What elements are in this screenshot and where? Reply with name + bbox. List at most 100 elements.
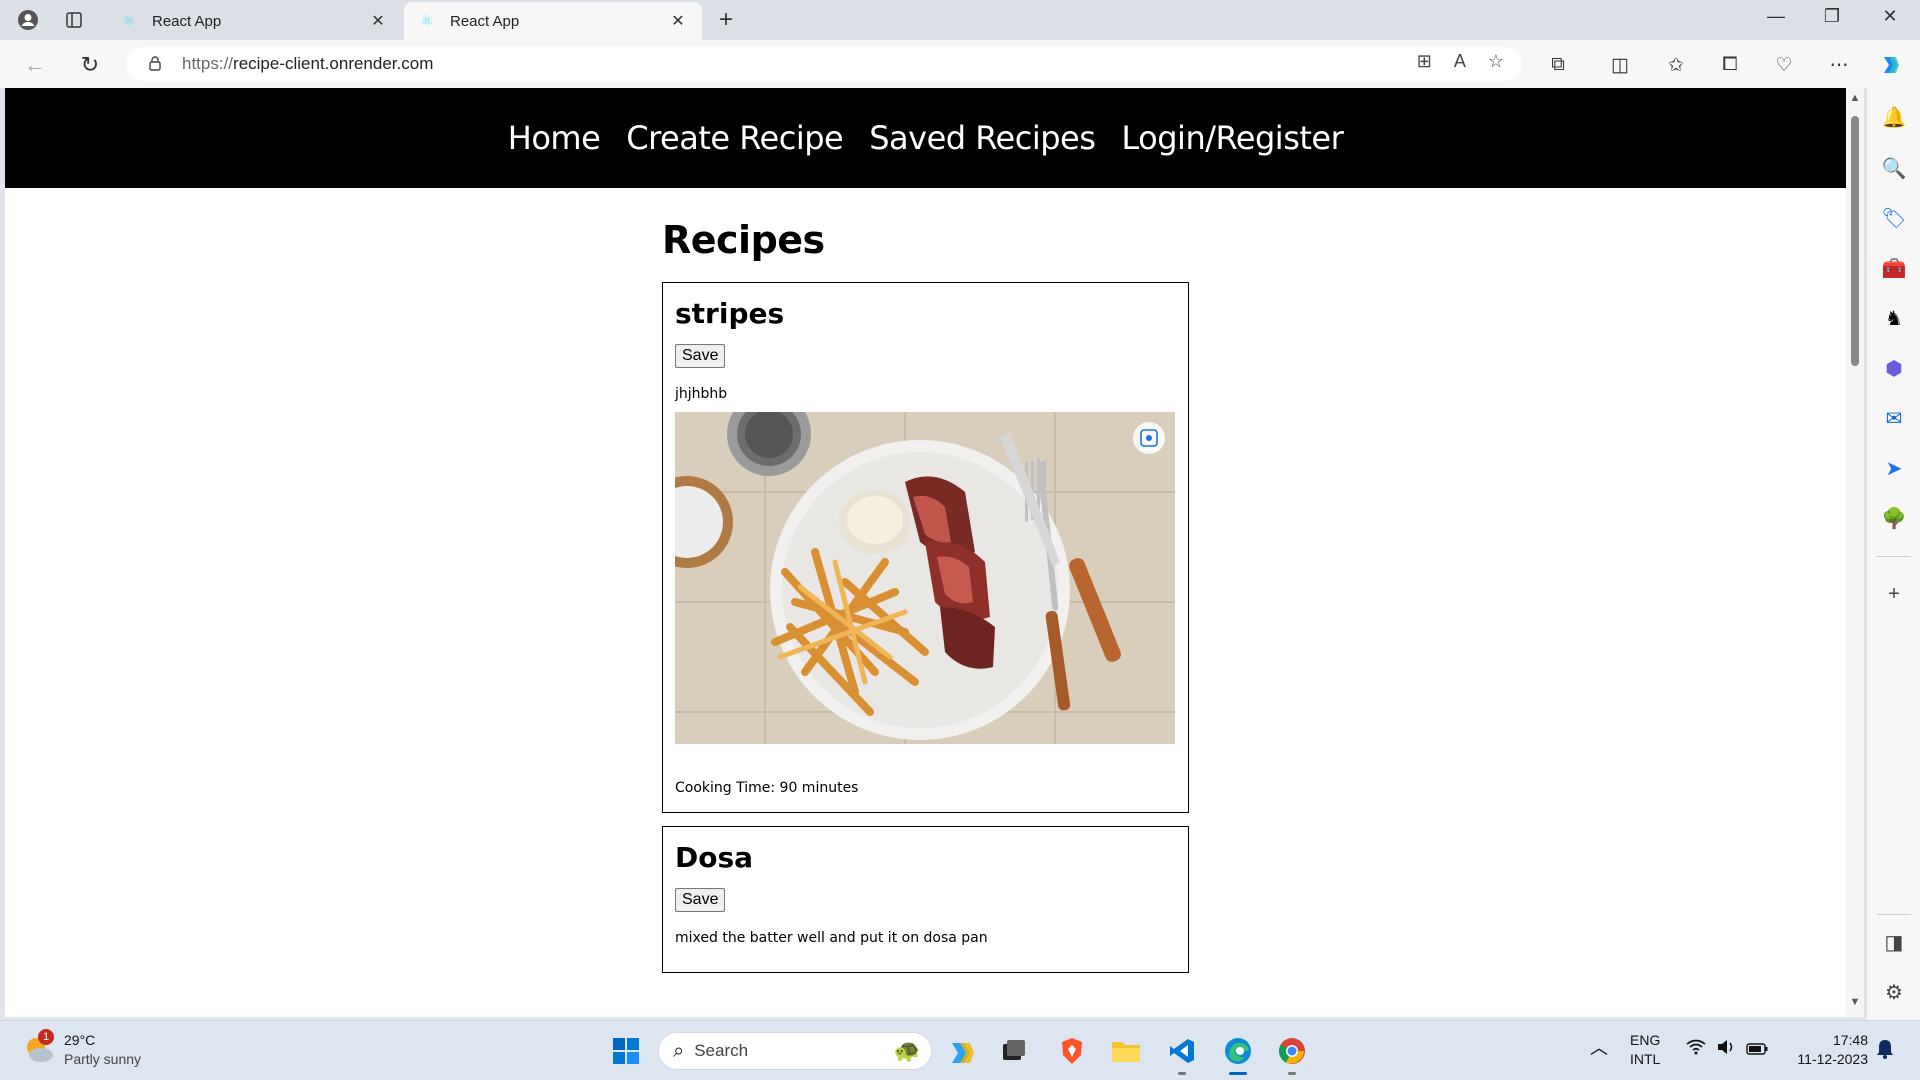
- taskbar-search[interactable]: ⌕ Search 🐢: [658, 1032, 932, 1070]
- brave-browser-icon[interactable]: [1054, 1033, 1090, 1069]
- microsoft-365-icon[interactable]: ⬢: [1880, 354, 1908, 382]
- back-button[interactable]: ←: [20, 50, 50, 80]
- taskbar-search-placeholder: Search: [694, 1041, 749, 1060]
- lock-icon[interactable]: [148, 55, 168, 74]
- show-hidden-icons-chevron-icon[interactable]: ︿: [1590, 1039, 1608, 1058]
- save-recipe-button[interactable]: Save: [675, 888, 726, 912]
- sidebar-divider: [1877, 914, 1911, 915]
- nav-link-home[interactable]: Home: [508, 119, 601, 157]
- recipe-instructions: jhjhbhb: [675, 386, 728, 402]
- url-actions: ⊞ A ☆: [1417, 51, 1504, 72]
- active-indicator: [1229, 1072, 1247, 1075]
- collections-icon[interactable]: ⧠: [1715, 50, 1745, 80]
- profile-icon[interactable]: [14, 6, 42, 34]
- browser-sidebar: 🔔 🔍 🏷 🧰 ♞ ⬢ ✉ ➤ 🌳 + ◨ ⚙: [1866, 88, 1920, 1020]
- language-indicator[interactable]: ENG INTL: [1630, 1031, 1660, 1069]
- search-highlight-icon: 🐢: [893, 1038, 921, 1063]
- notification-center-icon[interactable]: [1876, 1039, 1894, 1064]
- running-indicator: [1178, 1072, 1186, 1075]
- new-tab-button[interactable]: +: [712, 6, 740, 34]
- windows-start-icon[interactable]: [608, 1033, 644, 1069]
- language-bottom: INTL: [1630, 1051, 1661, 1067]
- browser-tab-active[interactable]: ⚛ React App ✕: [404, 2, 702, 40]
- weather-temp: 29°C: [64, 1032, 96, 1048]
- windows-taskbar: 1 29°C Partly sunny ⌕ Search 🐢 ︿ ENG INT…: [0, 1020, 1920, 1080]
- scroll-down-arrow[interactable]: ▼: [1849, 996, 1861, 1008]
- browser-tab-bar: ⚛ React App ✕ ⚛ React App ✕ + — ❐ ✕: [0, 0, 1920, 40]
- edge-browser-icon[interactable]: [1220, 1033, 1256, 1075]
- close-window-button[interactable]: ✕: [1870, 6, 1910, 27]
- url-field[interactable]: https://recipe-client.onrender.com ⊞ A ☆: [126, 47, 1522, 81]
- react-icon: ⚛: [122, 13, 136, 30]
- running-indicator: [1288, 1072, 1296, 1075]
- weather-text: 29°C Partly sunny: [64, 1031, 141, 1069]
- tree-icon[interactable]: 🌳: [1880, 504, 1908, 532]
- partly-sunny-icon: 1: [22, 1029, 56, 1067]
- shopping-tag-icon[interactable]: 🏷: [1880, 204, 1908, 232]
- add-sidebar-app-icon[interactable]: +: [1880, 580, 1908, 608]
- favorites-icon[interactable]: ✩: [1661, 50, 1691, 80]
- weather-badge: 1: [38, 1029, 54, 1045]
- sidebar-divider: [1877, 556, 1911, 557]
- search-icon[interactable]: 🔍: [1880, 154, 1908, 182]
- browser-tab[interactable]: ⚛ React App ✕: [106, 2, 402, 40]
- app-available-icon[interactable]: ⊞: [1417, 51, 1432, 72]
- close-tab-icon[interactable]: ✕: [368, 11, 388, 31]
- recipe-card: stripes Save jhjhbhb Cooking Time: 90 mi…: [662, 282, 1189, 813]
- recipe-cooking-time: Cooking Time: 90 minutes: [675, 780, 859, 796]
- address-bar-row: ← ↻ https://recipe-client.onrender.com ⊞…: [0, 40, 1920, 88]
- clock-date: 11-12-2023: [1797, 1051, 1868, 1067]
- games-icon[interactable]: ♞: [1880, 304, 1908, 332]
- favorite-star-icon[interactable]: ☆: [1488, 51, 1504, 72]
- tab-title: React App: [450, 12, 520, 30]
- battery-icon[interactable]: [1746, 1041, 1768, 1060]
- search-icon: ⌕: [673, 1039, 685, 1062]
- react-icon: ⚛: [420, 13, 434, 30]
- url-scheme: https://: [182, 54, 234, 73]
- page-title: Recipes: [662, 218, 825, 262]
- recipe-name: stripes: [675, 297, 785, 330]
- more-menu-icon[interactable]: ⋯: [1824, 50, 1854, 80]
- extensions-icon[interactable]: ⧉: [1543, 50, 1573, 80]
- outlook-icon[interactable]: ✉: [1880, 404, 1908, 432]
- save-recipe-button[interactable]: Save: [675, 344, 726, 368]
- recipes-content: Recipes stripes Save jhjhbhb Cooking Tim…: [662, 218, 1202, 986]
- refresh-button[interactable]: ↻: [75, 50, 105, 80]
- page-viewport: Home Create Recipe Saved Recipes Login/R…: [5, 88, 1846, 1017]
- restore-button[interactable]: ❐: [1812, 6, 1852, 27]
- vscode-icon[interactable]: [1164, 1033, 1200, 1075]
- weather-desc: Partly sunny: [64, 1051, 142, 1067]
- minimize-button[interactable]: —: [1756, 6, 1796, 27]
- recipe-name: Dosa: [675, 841, 754, 874]
- nav-link-create-recipe[interactable]: Create Recipe: [626, 119, 843, 157]
- scroll-thumb[interactable]: [1851, 116, 1859, 366]
- chrome-browser-icon[interactable]: [1274, 1033, 1310, 1075]
- task-view-icon[interactable]: [996, 1033, 1032, 1069]
- weather-widget[interactable]: 1 29°C Partly sunny: [22, 1029, 141, 1069]
- hide-sidebar-icon[interactable]: ◨: [1880, 928, 1908, 956]
- recipe-card: Dosa Save mixed the batter well and put …: [662, 826, 1189, 973]
- sidebar-settings-gear-icon[interactable]: ⚙: [1880, 978, 1908, 1006]
- nav-link-saved-recipes[interactable]: Saved Recipes: [869, 119, 1096, 157]
- nav-link-login-register[interactable]: Login/Register: [1121, 119, 1343, 157]
- read-aloud-icon[interactable]: A: [1454, 51, 1466, 72]
- recipe-image-steak-and-fries: [675, 412, 1175, 744]
- notification-bell-icon[interactable]: 🔔: [1880, 103, 1908, 131]
- volume-icon[interactable]: [1716, 1039, 1736, 1060]
- page-scrollbar[interactable]: ▲ ▼: [1846, 88, 1864, 1017]
- url-host: recipe-client.onrender.com: [233, 54, 434, 73]
- split-screen-icon[interactable]: ◫: [1605, 50, 1635, 80]
- clock[interactable]: 17:48 11-12-2023: [1786, 1031, 1868, 1069]
- drop-send-icon[interactable]: ➤: [1880, 454, 1908, 482]
- browser-essentials-icon[interactable]: ♡: [1769, 50, 1799, 80]
- file-explorer-icon[interactable]: [1108, 1033, 1144, 1069]
- wifi-icon[interactable]: [1686, 1039, 1706, 1059]
- language-top: ENG: [1630, 1032, 1661, 1048]
- copilot-preview-icon[interactable]: [944, 1033, 980, 1069]
- scroll-up-arrow[interactable]: ▲: [1849, 92, 1861, 104]
- close-tab-icon[interactable]: ✕: [668, 11, 688, 31]
- tools-icon[interactable]: 🧰: [1880, 254, 1908, 282]
- copilot-icon[interactable]: [1876, 50, 1906, 80]
- tab-actions-icon[interactable]: [60, 6, 88, 34]
- url-text: https://recipe-client.onrender.com: [182, 54, 433, 74]
